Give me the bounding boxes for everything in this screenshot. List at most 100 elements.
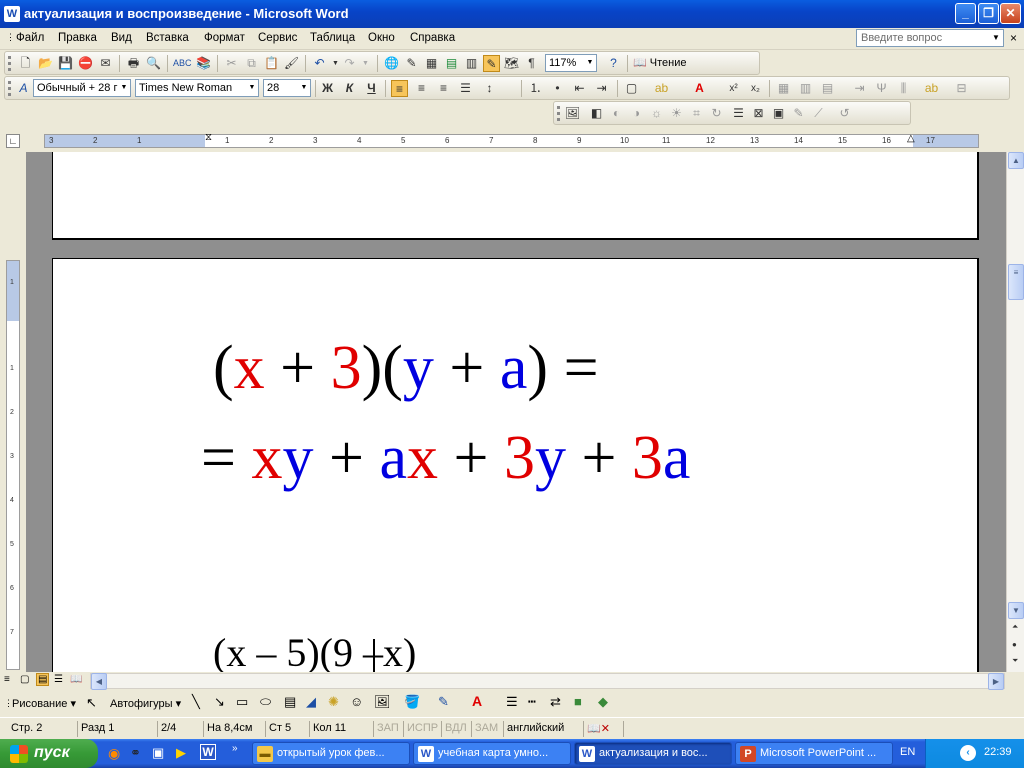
superscript-icon[interactable]: x² — [725, 80, 742, 97]
format-painter-icon[interactable]: 🖌 — [283, 55, 300, 72]
toolbar-grip[interactable] — [8, 56, 11, 71]
distribute-icon[interactable]: ⫼ — [895, 80, 912, 97]
start-button[interactable]: пуск — [0, 739, 98, 768]
firefox-icon[interactable]: ◉ — [108, 745, 120, 762]
rotate-icon[interactable]: ↻ — [708, 105, 725, 122]
copy-icon[interactable]: ⧉ — [243, 55, 260, 72]
reset-picture-icon[interactable]: ↺ — [836, 105, 853, 122]
print-icon[interactable]: 🖶 — [125, 55, 142, 72]
word-quick-icon[interactable]: W — [200, 744, 216, 760]
status-extend[interactable]: ВДЛ — [442, 721, 472, 737]
page-previous[interactable] — [52, 152, 979, 240]
text-box-icon[interactable]: ▤ — [284, 694, 296, 710]
arrow-icon[interactable]: ↘ — [214, 694, 225, 710]
table-merge-icon[interactable]: ▤ — [819, 80, 836, 97]
read-mode-button[interactable]: 📖 Чтение — [633, 56, 686, 69]
bullets-icon[interactable]: • — [549, 80, 566, 97]
chevron-down-icon[interactable]: ▼ — [990, 31, 1002, 45]
scroll-right-button[interactable]: ▶ — [988, 673, 1004, 690]
permission-icon[interactable]: ⛔ — [77, 55, 94, 72]
normal-view-icon[interactable]: ≡ — [4, 674, 10, 685]
document-area[interactable]: (x + 3)(y + a) = = xy + ax + 3y + 3a (x … — [26, 152, 1006, 672]
line-style-icon[interactable]: ☰ — [506, 694, 518, 710]
wordart-icon[interactable]: ◢ — [306, 694, 316, 710]
insert-excel-icon[interactable]: ▤ — [443, 55, 460, 72]
spell-check-icon[interactable]: ab — [923, 80, 940, 97]
less-brightness-icon[interactable]: ☀ — [668, 105, 685, 122]
3d-style-icon[interactable]: ◆ — [598, 694, 608, 710]
draw-menu-button[interactable]: Рисование ▾ — [12, 697, 76, 710]
scroll-left-button[interactable]: ◀ — [91, 673, 107, 690]
reading-view-icon[interactable]: 📖 — [70, 674, 82, 685]
cut-icon[interactable]: ✂ — [223, 55, 240, 72]
font-select[interactable]: Times New Roman ▼ — [135, 79, 259, 97]
spelling-status-icon[interactable]: 📖✕ — [584, 721, 624, 737]
minimize-button[interactable]: _ — [955, 3, 976, 24]
print-layout-icon[interactable]: ▤ — [36, 673, 50, 686]
open-folder-icon[interactable]: 📂 — [37, 55, 54, 72]
status-overtype[interactable]: ЗАМ — [472, 721, 504, 737]
menu-window[interactable]: Окно — [368, 32, 395, 44]
underline-button[interactable]: Ч — [363, 80, 380, 97]
highlight-icon[interactable]: ab — [653, 80, 670, 97]
status-language[interactable]: английский — [504, 721, 584, 737]
scroll-thumb[interactable]: ≡ — [1008, 264, 1024, 300]
page-current[interactable]: (x + 3)(y + a) = = xy + ax + 3y + 3a (x … — [52, 258, 979, 672]
drawing-icon[interactable]: ✎ — [483, 55, 500, 72]
compress-icon[interactable]: ⊠ — [750, 105, 767, 122]
paste-icon[interactable]: 📋 — [263, 55, 280, 72]
scroll-down-button[interactable]: ▼ — [1008, 602, 1024, 619]
menu-table[interactable]: Таблица — [310, 32, 355, 44]
more-contrast-icon[interactable]: ◐ — [608, 105, 625, 122]
dash-style-icon[interactable]: ┅ — [528, 694, 536, 710]
font-size-select[interactable]: 28 ▼ — [263, 79, 311, 97]
ask-question-input[interactable]: Введите вопрос ▼ — [856, 29, 1004, 47]
chevron-down-icon[interactable]: ▼ — [585, 56, 595, 70]
undo-icon[interactable]: ↶ — [311, 55, 328, 72]
outline-view-icon[interactable]: ☰ — [54, 674, 63, 685]
horizontal-scrollbar[interactable]: ◀ ▶ — [90, 673, 1005, 690]
tray-arrow-icon[interactable]: ‹ — [960, 745, 976, 761]
new-document-icon[interactable]: 🗋 — [17, 55, 34, 72]
borders-icon[interactable]: ▢ — [623, 80, 640, 97]
increase-indent-icon[interactable]: ⇥ — [593, 80, 610, 97]
vertical-scrollbar[interactable]: ▲ ≡ ▼ ⏶ ● ⏷ — [1006, 152, 1024, 672]
table-split-icon[interactable]: ▥ — [797, 80, 814, 97]
bold-button[interactable]: Ж — [319, 80, 336, 97]
menu-file[interactable]: Файл — [16, 32, 44, 44]
zoom-select[interactable]: 117% ▼ — [545, 54, 597, 72]
tables-borders-icon[interactable]: ✎ — [403, 55, 420, 72]
line-icon[interactable]: ╲ — [192, 694, 200, 710]
insert-row-icon[interactable]: ⇥ — [851, 80, 868, 97]
table-grid-icon[interactable]: ▦ — [775, 80, 792, 97]
close-document-icon[interactable]: × — [1010, 31, 1017, 45]
chevron-down-icon[interactable]: ▼ — [119, 81, 129, 95]
document-map-icon[interactable]: 🗺 — [503, 55, 520, 72]
email-icon[interactable]: ✉ — [97, 55, 114, 72]
menu-help[interactable]: Справка — [410, 32, 455, 44]
styles-pane-icon[interactable]: A — [15, 80, 32, 97]
autoshapes-button[interactable]: Автофигуры ▾ — [110, 697, 181, 710]
print-preview-icon[interactable]: 🔍 — [145, 55, 162, 72]
shadow-style-icon[interactable]: ■ — [574, 694, 582, 709]
diagram-icon[interactable]: ✺ — [328, 694, 339, 710]
rectangle-icon[interactable]: ▭ — [236, 694, 248, 710]
browse-object-icon[interactable]: ● — [1012, 640, 1017, 649]
menu-view[interactable]: Вид — [111, 32, 132, 44]
clock[interactable]: 22:39 — [984, 746, 1012, 758]
equation-line-2[interactable]: = xy + ax + 3y + 3a — [201, 427, 690, 489]
justify-icon[interactable]: ☰ — [457, 80, 474, 97]
status-track[interactable]: ИСПР — [404, 721, 442, 737]
vertical-ruler[interactable]: 1 1 2 3 4 5 6 7 — [6, 260, 20, 670]
format-picture-icon[interactable]: ✎ — [790, 105, 807, 122]
less-contrast-icon[interactable]: ◑ — [628, 105, 645, 122]
menu-insert[interactable]: Вставка — [146, 32, 189, 44]
research-icon[interactable]: 📚 — [195, 55, 212, 72]
hyperlink-icon[interactable]: 🌐 — [383, 55, 400, 72]
menu-edit[interactable]: Правка — [58, 32, 97, 44]
oval-icon[interactable]: ⬭ — [260, 694, 271, 710]
set-transparent-icon[interactable]: ⟋ — [810, 105, 827, 122]
font-color-icon[interactable]: A — [691, 80, 708, 97]
more-quicklaunch-icon[interactable]: » — [232, 743, 238, 754]
desktop-icon[interactable]: ▣ — [152, 745, 164, 761]
